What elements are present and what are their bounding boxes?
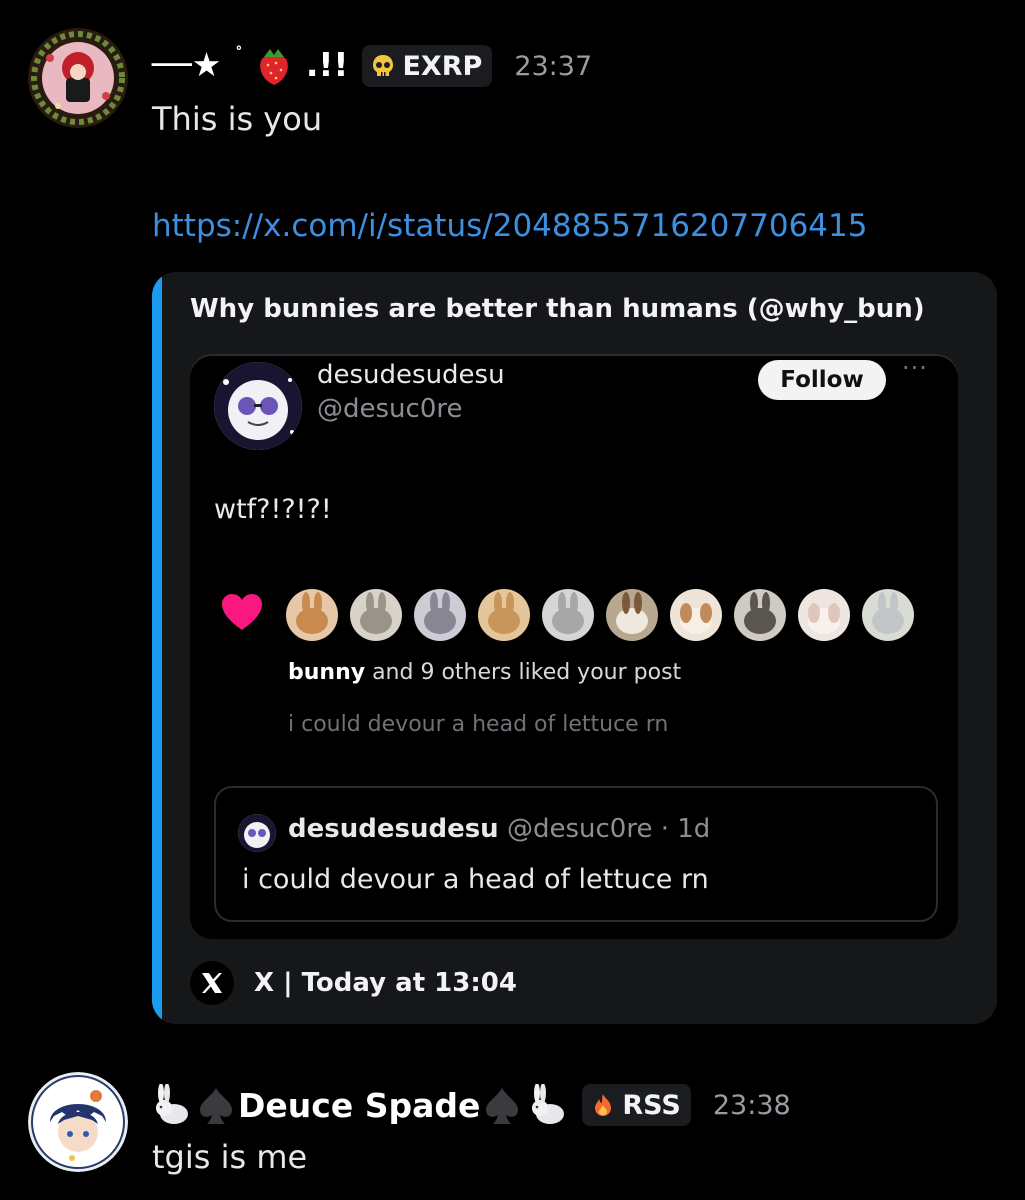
- display-name-suffix: .!!: [305, 44, 349, 84]
- rabbit-icon: [532, 1084, 565, 1124]
- display-name-prefix: ──★: [152, 44, 222, 84]
- display-name[interactable]: ──★ ˚ .!!: [152, 45, 348, 88]
- embed-image[interactable]: desudesudesu @desuc0re Follow ··· wtf?!?…: [190, 354, 958, 939]
- more-options-icon: ···: [902, 354, 928, 382]
- fire-icon: [595, 1094, 612, 1116]
- heart-icon: [222, 594, 262, 630]
- message-text: This is you: [152, 100, 323, 138]
- tweet-author-avatar: [214, 362, 302, 450]
- rabbit-icon: [156, 1084, 188, 1124]
- user-avatar[interactable]: [28, 28, 128, 128]
- quoted-author-avatar: [238, 814, 276, 852]
- link-embed: Why bunnies are better than humans (@why…: [152, 272, 997, 1024]
- spade-icon: [486, 1088, 519, 1124]
- embed-accent-bar: [152, 272, 162, 1024]
- strawberry-icon: [260, 49, 289, 86]
- liker-avatars: [286, 589, 914, 641]
- x-logo-icon: [190, 961, 234, 1005]
- display-name[interactable]: Deuce Spade: [152, 1084, 568, 1126]
- bunny-avatar: [670, 589, 722, 641]
- tweet-text: wtf?!?!?!: [214, 494, 332, 525]
- embed-footer-text: X | Today at 13:04: [254, 968, 517, 998]
- liked-post-preview: i could devour a head of lettuce rn: [288, 712, 669, 737]
- sparkle-icon: ˚: [234, 44, 243, 64]
- bunny-avatar: [414, 589, 466, 641]
- bunny-avatar: [734, 589, 786, 641]
- message-link[interactable]: https://x.com/i/status/20488557162077064…: [152, 208, 867, 244]
- embed-title[interactable]: Why bunnies are better than humans (@why…: [190, 294, 925, 324]
- tweet-screenshot: desudesudesu @desuc0re Follow ··· wtf?!?…: [190, 354, 958, 939]
- tweet-author-name: desudesudesu: [317, 360, 505, 390]
- tweet-author-handle: @desuc0re: [317, 394, 463, 424]
- message-header: ──★ ˚ .!! EXRP 23:37: [152, 36, 592, 96]
- bunny-avatar: [542, 589, 594, 641]
- timestamp: 23:38: [712, 1089, 791, 1121]
- display-name-text: Deuce Spade: [238, 1085, 481, 1125]
- skull-icon: [373, 55, 394, 76]
- quoted-tweet-text: i could devour a head of lettuce rn: [242, 864, 709, 895]
- bunny-avatar: [606, 589, 658, 641]
- quoted-author-name: desudesudesu: [288, 814, 499, 844]
- server-tag-label: RSS: [622, 1089, 681, 1121]
- user-avatar[interactable]: [28, 1072, 128, 1172]
- message-text: tgis is me: [152, 1138, 308, 1176]
- timestamp: 23:37: [514, 50, 593, 82]
- embed-footer: X | Today at 13:04: [190, 960, 517, 1006]
- quoted-tweet: desudesudesu @desuc0re · 1d i could devo…: [214, 786, 938, 922]
- spade-icon: [200, 1088, 232, 1124]
- server-tag[interactable]: RSS: [582, 1084, 691, 1126]
- message-header: Deuce Spade RSS 23:38: [152, 1075, 791, 1135]
- server-tag-label: EXRP: [402, 50, 483, 82]
- likes-summary: bunny and 9 others liked your post: [288, 660, 681, 685]
- quoted-author-handle: @desuc0re · 1d: [498, 814, 711, 844]
- likes-user: bunny: [288, 660, 366, 685]
- follow-button: Follow: [758, 360, 886, 400]
- bunny-avatar: [350, 589, 402, 641]
- bunny-avatar: [286, 589, 338, 641]
- quoted-author-line: desudesudesu @desuc0re · 1d: [288, 814, 710, 844]
- bunny-avatar: [478, 589, 530, 641]
- bunny-avatar: [862, 589, 914, 641]
- server-tag[interactable]: EXRP: [362, 45, 493, 87]
- chat-view: ──★ ˚ .!! EXRP 23:37 This is you https:/…: [0, 0, 1025, 1200]
- likes-rest: and 9 others liked your post: [365, 660, 682, 685]
- bunny-avatar: [798, 589, 850, 641]
